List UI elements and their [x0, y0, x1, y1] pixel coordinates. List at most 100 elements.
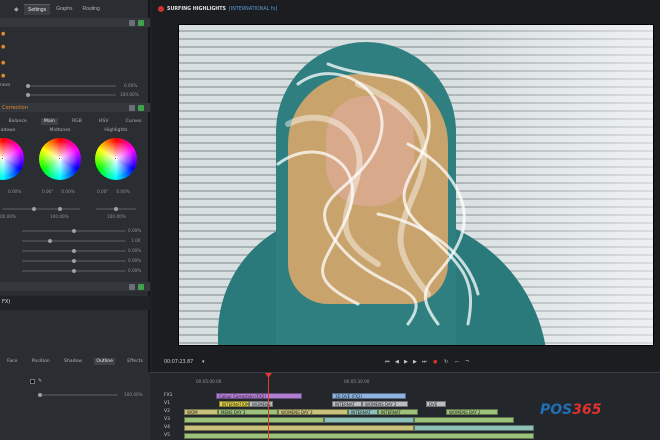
- slider-knob[interactable]: [58, 207, 62, 211]
- contrast-slider[interactable]: [26, 93, 116, 97]
- slider-knob[interactable]: [72, 259, 76, 263]
- timeline-clip[interactable]: [414, 425, 534, 431]
- timeline-clip[interactable]: MENS DAY 3: [218, 409, 278, 415]
- timeline-clip[interactable]: Colour Correction (FX2): [216, 393, 302, 399]
- midtones-level-slider[interactable]: [40, 207, 80, 211]
- transport-bar: 00:07:23.87 ▾ ⏮ ◀ ▶ ▶ ⏭ ● ↻ ⌐ ¬: [152, 355, 660, 369]
- track-label-v1[interactable]: V1: [164, 401, 170, 406]
- brightness-label: ness: [0, 83, 11, 88]
- shadows-color-wheel[interactable]: [0, 138, 24, 180]
- next-frame-icon[interactable]: ⏭: [422, 359, 427, 365]
- timeline-clip[interactable]: [414, 417, 514, 423]
- midtones-color-wheel[interactable]: [39, 138, 81, 180]
- track-label-v3[interactable]: V3: [164, 417, 170, 422]
- subtab-balance[interactable]: Balance: [6, 118, 30, 125]
- track-label-v4[interactable]: V4: [164, 425, 170, 430]
- timeline-clip[interactable]: WOMENS DAY 3: [278, 409, 348, 415]
- timecode-display[interactable]: 00:07:23.87: [164, 360, 193, 365]
- timeline-clip[interactable]: [184, 433, 534, 439]
- tab-outline[interactable]: Outline: [94, 358, 115, 365]
- text-input-area[interactable]: FX): [0, 296, 150, 310]
- param-value-3: 0.00%: [128, 248, 142, 253]
- mark-in-icon[interactable]: ⌐: [455, 359, 459, 365]
- timeline-clip[interactable]: 3D DVE (FX2): [332, 393, 406, 399]
- text-section-header[interactable]: [0, 282, 150, 291]
- param-value-1: 0.00%: [128, 228, 142, 233]
- slider-knob[interactable]: [26, 84, 30, 88]
- keyframe-marker-icon: ●: [1, 31, 6, 37]
- video-frame[interactable]: [178, 24, 654, 346]
- subtab-rgb[interactable]: RGB: [69, 118, 85, 125]
- outline-width-slider[interactable]: [38, 393, 118, 397]
- enable-toggle-icon[interactable]: [138, 283, 144, 290]
- subtab-main[interactable]: Main: [40, 118, 58, 125]
- dropdown-arrow-icon[interactable]: ▾: [202, 359, 205, 365]
- tab-settings[interactable]: Settings: [24, 3, 51, 15]
- timeline-clip[interactable]: WOMENS DAY 2: [446, 409, 498, 415]
- timeline-clip[interactable]: WOMENS DAY 2: [362, 401, 408, 407]
- timeline-ruler[interactable]: 00:05:00.00 00:05:30.00: [176, 376, 660, 384]
- slider-knob[interactable]: [72, 269, 76, 273]
- slider-knob[interactable]: [72, 229, 76, 233]
- param-slider-1[interactable]: [22, 229, 126, 233]
- tab-routing[interactable]: Routing: [78, 4, 103, 14]
- play-icon[interactable]: ▶: [404, 359, 408, 365]
- step-forward-icon[interactable]: ▶: [413, 359, 417, 365]
- slider-knob[interactable]: [26, 93, 30, 97]
- shadows-level-slider[interactable]: [2, 207, 40, 211]
- enable-toggle-icon[interactable]: [138, 19, 144, 26]
- timeline-clip[interactable]: DVE: [426, 401, 446, 407]
- brightness-slider[interactable]: [26, 84, 116, 88]
- record-button-icon[interactable]: ●: [433, 359, 437, 365]
- shadows-values: 0.00%: [8, 189, 21, 194]
- logo-part-1: POS: [540, 402, 573, 418]
- lock-icon[interactable]: [129, 104, 135, 111]
- outline-color-swatch[interactable]: [30, 379, 35, 384]
- param-slider-5[interactable]: [22, 269, 126, 273]
- tab-position[interactable]: Position: [30, 358, 52, 365]
- step-back-icon[interactable]: ◀: [395, 359, 399, 365]
- timeline-clip[interactable]: WOMENS DAY 2: [249, 401, 273, 407]
- wheel-handle[interactable]: [1, 157, 4, 160]
- track-label-v2[interactable]: V2: [164, 409, 170, 414]
- param-slider-2[interactable]: [22, 239, 126, 243]
- timeline-clip[interactable]: [184, 425, 414, 431]
- mark-out-icon[interactable]: ¬: [465, 359, 469, 365]
- lock-icon[interactable]: [129, 283, 135, 290]
- timeline-clip[interactable]: INTERNAT: [332, 401, 362, 407]
- tab-effects[interactable]: Effects: [125, 358, 145, 365]
- eyedropper-icon[interactable]: ✎: [38, 378, 42, 384]
- timeline-clip[interactable]: INTERNATIONAL: [219, 401, 249, 407]
- lock-icon[interactable]: [129, 19, 135, 26]
- timeline-clip[interactable]: INTERNAT: [378, 409, 418, 415]
- section-header-top[interactable]: [0, 18, 150, 27]
- slider-knob[interactable]: [72, 249, 76, 253]
- timeline-clip[interactable]: WOM: [184, 409, 218, 415]
- loop-icon[interactable]: ↻: [444, 359, 448, 365]
- subtab-hsv[interactable]: HSV: [96, 118, 112, 125]
- playhead[interactable]: [268, 376, 269, 440]
- timeline-clip[interactable]: [324, 417, 414, 423]
- slider-knob[interactable]: [114, 207, 118, 211]
- highlights-level-slider[interactable]: [96, 207, 136, 211]
- param-slider-3[interactable]: [22, 249, 126, 253]
- slider-knob[interactable]: [48, 239, 52, 243]
- colour-correction-header[interactable]: Correction: [0, 103, 150, 112]
- previous-frame-icon[interactable]: ⏮: [385, 359, 390, 365]
- tab-face[interactable]: Face: [5, 358, 19, 365]
- timeline-clip[interactable]: INTERNAT: [348, 409, 378, 415]
- track-label-fx1[interactable]: FX1: [164, 393, 173, 398]
- timeline-clip[interactable]: [184, 417, 324, 423]
- slider-knob[interactable]: [32, 207, 36, 211]
- tab-graphs[interactable]: Graphs: [52, 4, 76, 14]
- diamond-icon[interactable]: ◆: [14, 6, 22, 13]
- enable-toggle-icon[interactable]: [138, 104, 144, 111]
- slider-knob[interactable]: [38, 393, 42, 397]
- track-label-v5[interactable]: V5: [164, 433, 170, 438]
- wheel-handle[interactable]: [114, 157, 117, 160]
- subtab-curves[interactable]: Curves: [123, 118, 145, 125]
- tab-shadow[interactable]: Shadow: [62, 358, 84, 365]
- highlights-color-wheel[interactable]: [95, 138, 137, 180]
- wheel-handle[interactable]: [58, 157, 61, 160]
- param-slider-4[interactable]: [22, 259, 126, 263]
